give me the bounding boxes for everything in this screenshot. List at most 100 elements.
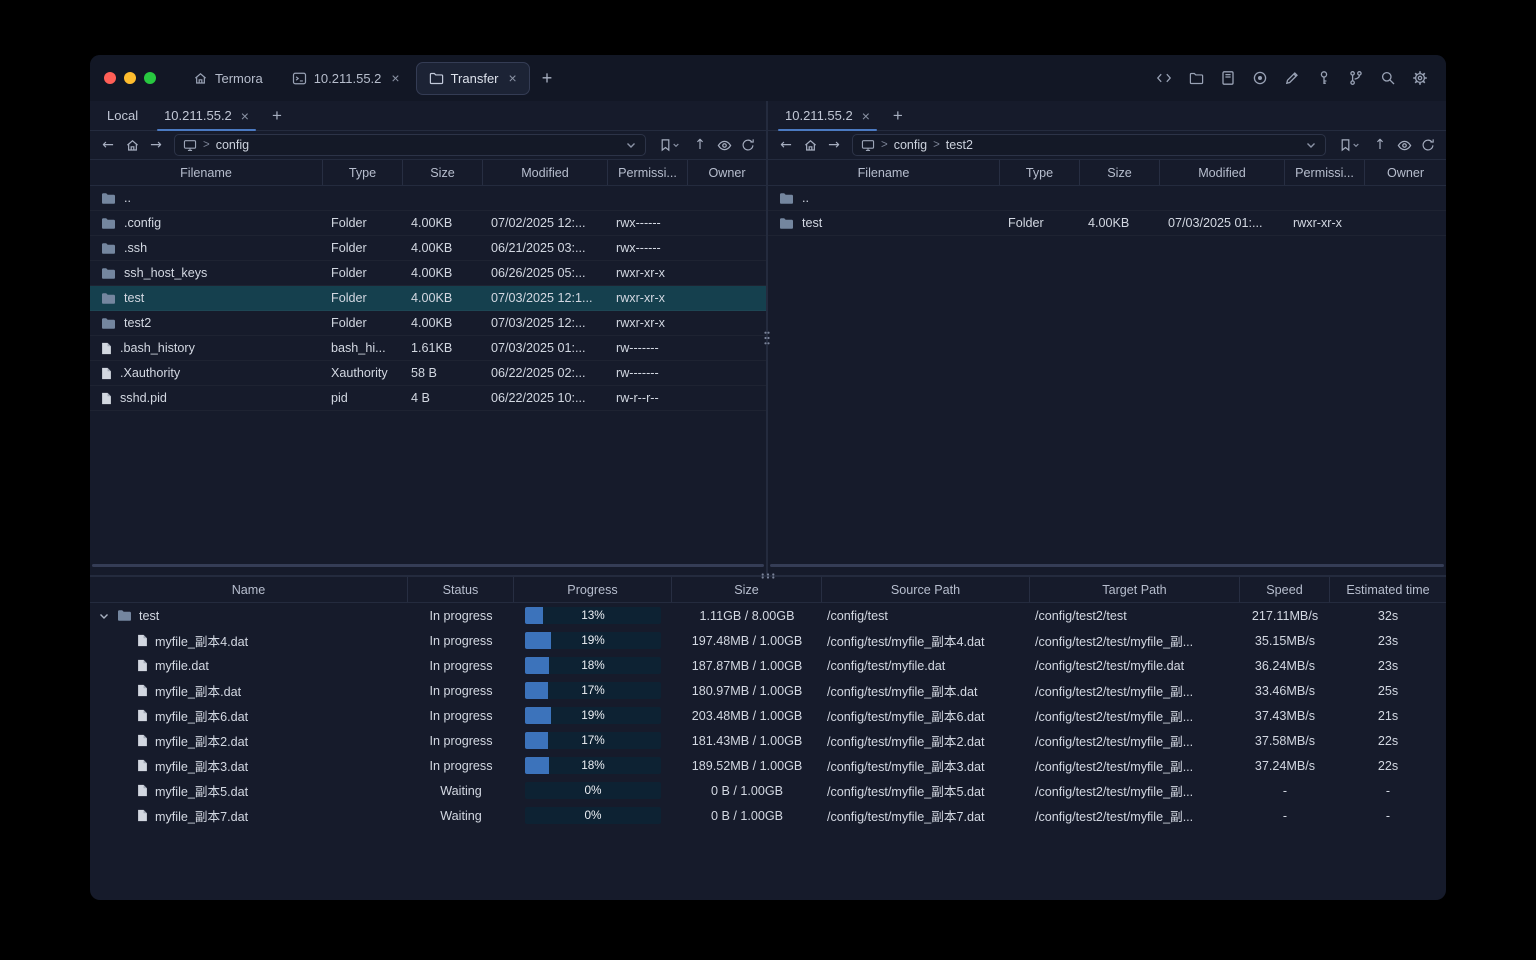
- home-button[interactable]: [798, 134, 822, 157]
- toolbar-record-button[interactable]: [1248, 66, 1272, 90]
- close-tab-icon[interactable]: ×: [862, 109, 870, 123]
- toolbar-settings-button[interactable]: [1408, 66, 1432, 90]
- transfer-row-myfile-5-dat[interactable]: myfile_副本5.dat Waiting 0% 0 B / 1.00GB/conf…: [90, 778, 1446, 803]
- new-panel-tab-button[interactable]: +: [262, 107, 292, 124]
- column-header-modified[interactable]: Modified: [483, 160, 608, 185]
- transfer-row-myfile-6-dat[interactable]: myfile_副本6.dat In progress 19% 203.48MB / 1…: [90, 703, 1446, 728]
- transfer-row-myfile-4-dat[interactable]: myfile_副本4.dat In progress 19% 197.48MB / 1…: [90, 628, 1446, 653]
- column-header-filename[interactable]: Filename: [768, 160, 1000, 185]
- file-row-xauthority[interactable]: .Xauthority Xauthority 58 B 06/22/2025 02:.…: [90, 361, 766, 386]
- folder-icon: [117, 609, 132, 622]
- file-row-item[interactable]: ..: [768, 186, 1446, 211]
- file-row-test[interactable]: test Folder 4.00KB 07/03/2025 01:... rwxr-xr…: [768, 211, 1446, 236]
- home-icon: [193, 71, 208, 86]
- maximize-window-button[interactable]: [144, 72, 156, 84]
- forward-button[interactable]: →: [144, 134, 168, 157]
- new-panel-tab-button[interactable]: +: [883, 107, 913, 124]
- bookmark-button[interactable]: [1332, 134, 1368, 157]
- transfer-column-header-estimated-time[interactable]: Estimated time: [1330, 577, 1446, 602]
- window-tab-10-211-55-2[interactable]: 10.211.55.2 ×: [279, 62, 413, 95]
- progress-bar: 17%: [525, 682, 661, 699]
- toolbar-folder-button[interactable]: [1184, 66, 1208, 90]
- column-header-filename[interactable]: Filename: [90, 160, 323, 185]
- toolbar-edit-button[interactable]: [1280, 66, 1304, 90]
- transfer-row-myfile-7-dat[interactable]: myfile_副本7.dat Waiting 0% 0 B / 1.00GB/conf…: [90, 803, 1446, 828]
- horizontal-scrollbar[interactable]: [92, 564, 764, 567]
- panel-tab-10-211-55-2[interactable]: 10.211.55.2 ×: [772, 101, 883, 131]
- home-button[interactable]: [120, 134, 144, 157]
- minimize-window-button[interactable]: [124, 72, 136, 84]
- chevron-down-icon[interactable]: [1305, 139, 1317, 151]
- column-header-size[interactable]: Size: [403, 160, 483, 185]
- toolbar-search-button[interactable]: [1376, 66, 1400, 90]
- file-row-config[interactable]: .config Folder 4.00KB 07/02/2025 12:... rwx-…: [90, 211, 766, 236]
- show-hidden-files-button[interactable]: [1392, 134, 1416, 157]
- parent-directory-button[interactable]: ↑: [1368, 134, 1392, 157]
- close-tab-icon[interactable]: ×: [241, 109, 249, 123]
- toolbar-code-button[interactable]: [1152, 66, 1176, 90]
- transfer-row-myfile-2-dat[interactable]: myfile_副本2.dat In progress 17% 181.43MB / 1…: [90, 728, 1446, 753]
- column-header-permissi[interactable]: Permissi...: [608, 160, 688, 185]
- back-button[interactable]: ←: [774, 134, 798, 157]
- refresh-button[interactable]: [736, 134, 760, 157]
- column-header-owner[interactable]: Owner: [688, 160, 766, 185]
- transfer-row-myfile-dat[interactable]: myfile.dat In progress 18% 187.87MB / 1.00G…: [90, 653, 1446, 678]
- transfer-progress-cell: 18%: [514, 657, 672, 674]
- transfer-column-header-name[interactable]: Name: [90, 577, 408, 602]
- transfer-column-header-size[interactable]: Size: [672, 577, 822, 602]
- folder-icon: [779, 217, 794, 230]
- horizontal-scrollbar[interactable]: [770, 564, 1444, 567]
- panel-splitter[interactable]: [764, 101, 770, 575]
- column-header-type[interactable]: Type: [1000, 160, 1080, 185]
- close-tab-icon[interactable]: ×: [391, 71, 399, 85]
- file-row-bash-history[interactable]: .bash_history bash_hi... 1.61KB 07/03/2025 …: [90, 336, 766, 361]
- file-row-test[interactable]: test Folder 4.00KB 07/03/2025 12:1... rwxr-x…: [90, 286, 766, 311]
- filename-label: .Xauthority: [120, 366, 181, 380]
- window-tab-transfer[interactable]: Transfer ×: [415, 61, 530, 95]
- transfer-row-test[interactable]: test In progress 13% 1.11GB / 8.00GB/config…: [90, 603, 1446, 628]
- path-breadcrumb[interactable]: > config > test2: [852, 134, 1326, 156]
- back-button[interactable]: ←: [96, 134, 120, 157]
- file-row-test2[interactable]: test2 Folder 4.00KB 07/03/2025 12:... rwxr-x…: [90, 311, 766, 336]
- refresh-button[interactable]: [1416, 134, 1440, 157]
- column-header-owner[interactable]: Owner: [1365, 160, 1446, 185]
- transfer-target-path-cell: /config/test2/test/myfile.dat: [1035, 658, 1185, 673]
- window-tab-termora[interactable]: Termora: [180, 62, 276, 95]
- show-hidden-files-button[interactable]: [712, 134, 736, 157]
- transfer-splitter[interactable]: [90, 573, 1446, 579]
- breadcrumb-item-config[interactable]: config: [216, 138, 249, 152]
- column-header-size[interactable]: Size: [1080, 160, 1160, 185]
- breadcrumb-item-config[interactable]: config: [894, 138, 927, 152]
- breadcrumb-item-test2[interactable]: test2: [946, 138, 973, 152]
- file-row-ssh-host-keys[interactable]: ssh_host_keys Folder 4.00KB 06/26/2025 05:.…: [90, 261, 766, 286]
- transfer-row-myfile-dat[interactable]: myfile_副本.dat In progress 17% 180.97MB / 1.…: [90, 678, 1446, 703]
- parent-directory-button[interactable]: ↑: [688, 134, 712, 157]
- toolbar-key-button[interactable]: [1312, 66, 1336, 90]
- close-tab-icon[interactable]: ×: [509, 71, 517, 85]
- transfer-row-myfile-3-dat[interactable]: myfile_副本3.dat In progress 18% 189.52MB / 1…: [90, 753, 1446, 778]
- file-row-sshd-pid[interactable]: sshd.pid pid 4 B 06/22/2025 10:... rw-r--r--: [90, 386, 766, 411]
- transfer-column-header-target-path[interactable]: Target Path: [1030, 577, 1240, 602]
- file-row-item[interactable]: ..: [90, 186, 766, 211]
- close-window-button[interactable]: [104, 72, 116, 84]
- new-window-tab-button[interactable]: +: [530, 69, 565, 87]
- transfer-column-header-speed[interactable]: Speed: [1240, 577, 1330, 602]
- panel-tab-10-211-55-2[interactable]: 10.211.55.2 ×: [151, 101, 262, 131]
- transfer-column-header-status[interactable]: Status: [408, 577, 514, 602]
- file-permissions-cell: rwx------: [616, 241, 661, 255]
- bookmark-button[interactable]: [652, 134, 688, 157]
- transfer-name-label: myfile_副本7.dat: [155, 810, 249, 824]
- column-header-type[interactable]: Type: [323, 160, 403, 185]
- toolbar-branch-button[interactable]: [1344, 66, 1368, 90]
- chevron-down-icon[interactable]: [98, 610, 110, 622]
- column-header-modified[interactable]: Modified: [1160, 160, 1285, 185]
- transfer-column-header-source-path[interactable]: Source Path: [822, 577, 1030, 602]
- column-header-permissi[interactable]: Permissi...: [1285, 160, 1365, 185]
- file-row-ssh[interactable]: .ssh Folder 4.00KB 06/21/2025 03:... rwx----…: [90, 236, 766, 261]
- transfer-column-header-progress[interactable]: Progress: [514, 577, 672, 602]
- path-breadcrumb[interactable]: > config: [174, 134, 646, 156]
- toolbar-log-button[interactable]: [1216, 66, 1240, 90]
- panel-tab-local[interactable]: Local: [94, 101, 151, 130]
- chevron-down-icon[interactable]: [625, 139, 637, 151]
- forward-button[interactable]: →: [822, 134, 846, 157]
